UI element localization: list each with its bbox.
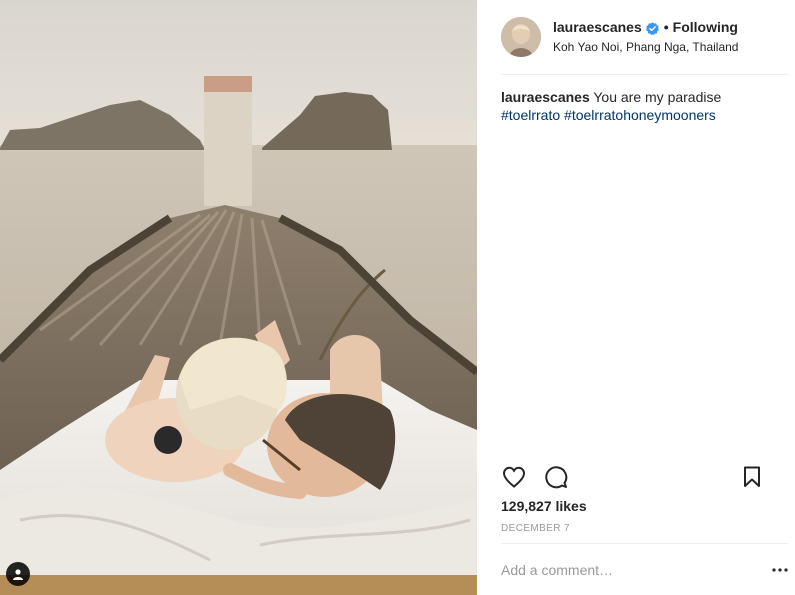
- location-link[interactable]: Koh Yao Noi, Phang Nga, Thailand: [553, 38, 738, 56]
- caption: lauraescanes You are my paradise #toelrr…: [501, 88, 787, 124]
- post-date[interactable]: DECEMBER 7: [501, 523, 570, 534]
- comment-input[interactable]: [501, 556, 765, 584]
- username-link[interactable]: lauraescanes: [553, 18, 642, 36]
- post-header: lauraescanes • Following Koh Yao Noi, Ph…: [501, 16, 787, 58]
- bookmark-icon[interactable]: [739, 464, 765, 490]
- hashtag-link[interactable]: #toelrratohoneymooners: [564, 107, 716, 123]
- verified-badge-icon: [645, 21, 659, 35]
- caption-username[interactable]: lauraescanes: [501, 89, 590, 105]
- user-tag-icon[interactable]: [6, 562, 30, 586]
- header-text: lauraescanes • Following Koh Yao Noi, Ph…: [553, 18, 738, 56]
- more-options-icon[interactable]: [772, 562, 788, 578]
- follow-separator: •: [663, 19, 669, 35]
- comment-bubble-icon[interactable]: [543, 464, 569, 490]
- heart-icon[interactable]: [501, 464, 527, 490]
- action-bar: [501, 463, 765, 491]
- avatar[interactable]: [501, 17, 541, 57]
- likes-count[interactable]: 129,827 likes: [501, 498, 587, 514]
- instagram-post: lauraescanes • Following Koh Yao Noi, Ph…: [0, 0, 795, 595]
- header-row: lauraescanes • Following: [553, 18, 738, 36]
- caption-text: You are my paradise: [593, 89, 722, 105]
- comment-divider: [501, 543, 788, 544]
- header-divider: [501, 74, 788, 75]
- hashtag-link[interactable]: #toelrrato: [501, 107, 560, 123]
- post-side-panel: lauraescanes • Following Koh Yao Noi, Ph…: [477, 0, 795, 595]
- photo-scene: [0, 0, 477, 595]
- caption-hashtags: #toelrrato #toelrratohoneymooners: [501, 106, 787, 124]
- post-photo[interactable]: [0, 0, 477, 595]
- following-button[interactable]: Following: [673, 18, 738, 36]
